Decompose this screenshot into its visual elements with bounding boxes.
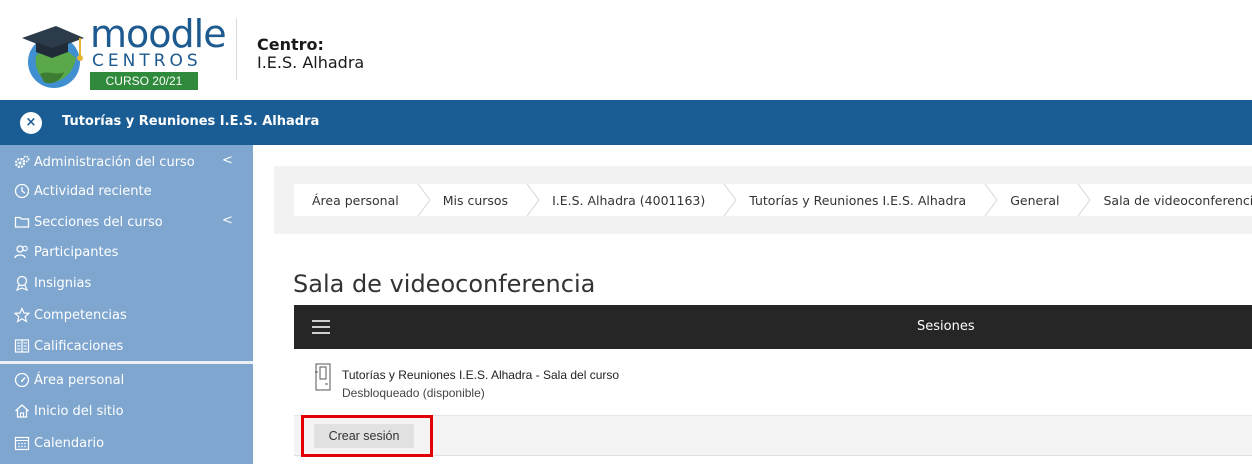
site-header: moodle CENTROS CURSO 20/21 Centro: I.E.S… [0, 0, 1252, 100]
room-status: Desbloqueado (disponible) [342, 386, 485, 400]
room-door-icon [315, 363, 331, 391]
course-navbar: × Tutorías y Reuniones I.E.S. Alhadra [0, 100, 1252, 145]
breadcrumb-item-current[interactable]: Sala de videoconferencia [1091, 184, 1252, 216]
sidebar-divider [0, 361, 253, 364]
sidebar-item-area-personal[interactable]: Área personal [14, 369, 124, 391]
users-icon [14, 244, 30, 260]
sidebar: Administración del curso < Actividad rec… [0, 145, 253, 464]
breadcrumb-item[interactable]: Mis cursos [431, 184, 526, 216]
page: moodle CENTROS CURSO 20/21 Centro: I.E.S… [0, 0, 1252, 464]
room-name: Tutorías y Reuniones I.E.S. Alhadra - Sa… [342, 368, 620, 382]
sidebar-item-label: Competencias [34, 307, 127, 323]
sidebar-item-label: Área personal [34, 372, 125, 388]
course-title-link[interactable]: Tutorías y Reuniones I.E.S. Alhadra [62, 114, 319, 130]
graduation-globe-icon [22, 26, 84, 88]
folder-icon [14, 214, 30, 230]
chevron-left-icon[interactable]: < [222, 213, 233, 228]
breadcrumb-separator [723, 184, 737, 216]
breadcrumb-separator [526, 184, 540, 216]
sidebar-item-label: Inicio del sitio [34, 403, 124, 419]
header-divider [236, 18, 237, 80]
breadcrumb: Área personal Mis cursos I.E.S. Alhadra … [294, 184, 1252, 216]
hamburger-menu-icon[interactable] [312, 320, 330, 334]
dashboard-icon [14, 372, 30, 388]
star-icon [14, 307, 30, 323]
sidebar-item-label: Insignias [34, 275, 92, 291]
breadcrumb-container: Área personal Mis cursos I.E.S. Alhadra … [274, 166, 1252, 234]
close-drawer-button[interactable]: × [20, 112, 42, 134]
breadcrumb-separator [984, 184, 998, 216]
page-title: Sala de videoconferencia [293, 270, 596, 298]
sidebar-item-secciones[interactable]: Secciones del curso [14, 211, 163, 233]
sidebar-item-label: Administración del curso [34, 154, 195, 170]
sessions-header: Sesiones [294, 305, 1252, 349]
room-info-row: Tutorías y Reuniones I.E.S. Alhadra - Sa… [294, 349, 1252, 416]
breadcrumb-item[interactable]: I.E.S. Alhadra (4001163) [540, 184, 723, 216]
breadcrumb-item[interactable]: Área personal [294, 184, 417, 216]
breadcrumb-item[interactable]: General [998, 184, 1077, 216]
sidebar-item-insignias[interactable]: Insignias [14, 272, 91, 294]
chevron-left-icon[interactable]: < [222, 153, 233, 168]
sidebar-item-label: Participantes [34, 244, 119, 260]
breadcrumb-separator [417, 184, 431, 216]
breadcrumb-separator [1078, 184, 1092, 216]
sidebar-item-actividad[interactable]: Actividad reciente [14, 180, 152, 202]
centro-name: I.E.S. Alhadra [257, 53, 365, 72]
centro-label: Centro: [257, 35, 324, 54]
sidebar-item-inicio[interactable]: Inicio del sitio [14, 400, 124, 422]
sidebar-item-participantes[interactable]: Participantes [14, 241, 118, 263]
calendar-icon [14, 435, 30, 451]
sidebar-item-calificaciones[interactable]: Calificaciones [14, 335, 123, 357]
session-actions-row: Crear sesión [294, 416, 1252, 456]
badge-icon [14, 275, 30, 291]
logo-text: moodle [90, 12, 227, 56]
sidebar-item-label: Secciones del curso [34, 214, 163, 230]
sidebar-item-label: Calendario [34, 435, 105, 451]
clock-icon [14, 183, 30, 199]
annotation-highlight-box [301, 415, 433, 457]
sessions-title: Sesiones [917, 319, 975, 334]
grades-icon [14, 338, 30, 354]
sidebar-item-competencias[interactable]: Competencias [14, 304, 127, 326]
logo-subtitle: CENTROS [92, 51, 202, 71]
sidebar-item-calendario[interactable]: Calendario [14, 432, 104, 454]
sidebar-item-administracion[interactable]: Administración del curso [14, 151, 195, 173]
moodle-centros-logo[interactable]: moodle CENTROS CURSO 20/21 [18, 14, 227, 92]
sidebar-item-label: Actividad reciente [34, 183, 152, 199]
home-icon [14, 403, 30, 419]
gears-icon [14, 154, 30, 170]
course-year-badge: CURSO 20/21 [90, 72, 198, 90]
breadcrumb-item[interactable]: Tutorías y Reuniones I.E.S. Alhadra [737, 184, 984, 216]
sidebar-item-label: Calificaciones [34, 338, 124, 354]
